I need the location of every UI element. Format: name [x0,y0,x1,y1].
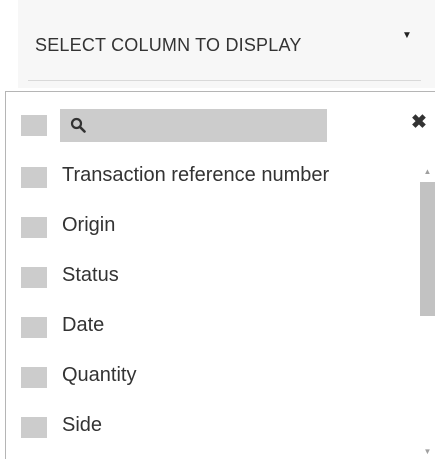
list-item[interactable]: Side [6,409,416,459]
column-dropdown-panel: ✖ Transaction reference number Origin St… [5,91,435,459]
header-underline [28,80,421,81]
list-item[interactable]: Status [6,259,416,309]
scroll-thumb[interactable] [420,182,435,316]
column-checkbox[interactable] [21,217,47,238]
list-item[interactable]: Transaction reference number [6,159,416,209]
column-checkbox[interactable] [21,267,47,288]
column-checkbox[interactable] [21,317,47,338]
column-label: Date [62,314,105,336]
list-item[interactable]: Origin [6,209,416,259]
column-label: Transaction reference number [62,164,330,186]
column-label: Side [62,414,103,436]
search-input[interactable] [60,109,327,142]
list-item[interactable]: Quantity [6,359,416,409]
search-icon [70,117,86,133]
column-selector-title[interactable]: SELECT COLUMN TO DISPLAY [35,35,302,56]
column-label: Origin [62,214,116,236]
column-label: Status [62,264,119,286]
column-checkbox[interactable] [21,417,47,438]
column-label: Quantity [62,364,137,386]
scroll-down-icon[interactable]: ▼ [421,447,434,457]
select-all-checkbox[interactable] [21,115,47,136]
close-icon[interactable]: ✖ [411,113,427,132]
column-checkbox[interactable] [21,367,47,388]
list-item[interactable]: Date [6,309,416,359]
vertical-scrollbar[interactable]: ▲ ▼ [419,161,435,459]
column-list: Transaction reference number Origin Stat… [6,159,416,459]
caret-down-icon[interactable]: ▼ [402,30,412,41]
column-checkbox[interactable] [21,167,47,188]
scroll-up-icon[interactable]: ▲ [421,167,434,177]
